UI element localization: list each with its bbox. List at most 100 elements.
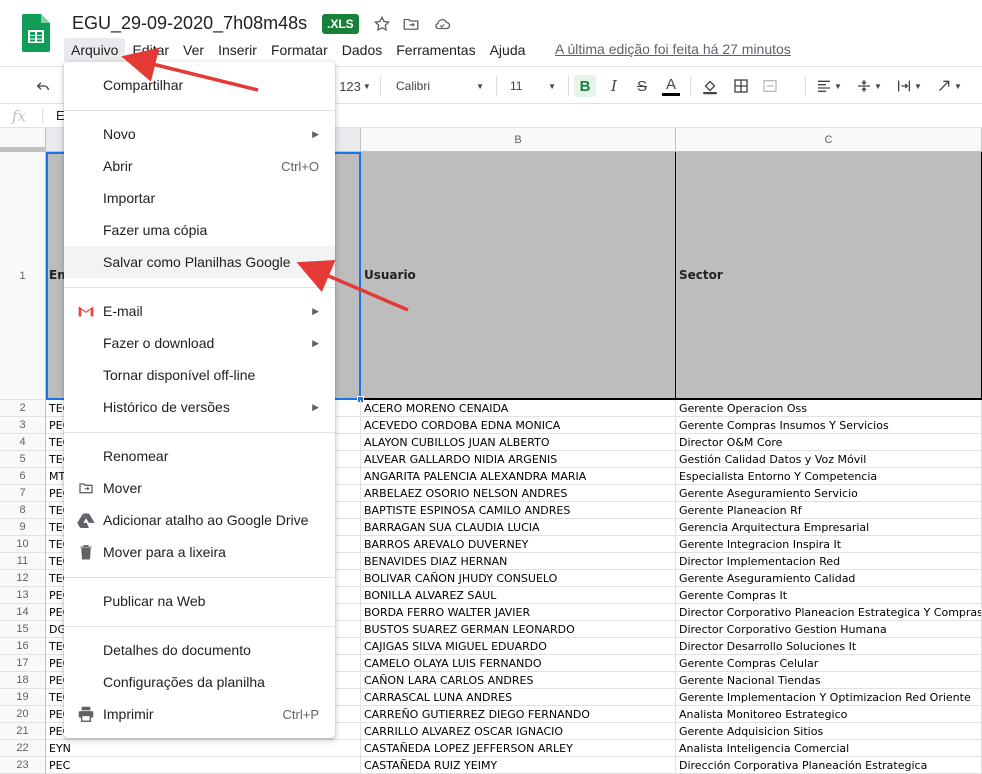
cell-col-c[interactable]: Gerente Adquisicion Sitios — [676, 723, 982, 740]
cell-col-c[interactable]: Gerente Compras It — [676, 587, 982, 604]
cell-col-b[interactable]: BORDA FERRO WALTER JAVIER — [361, 604, 676, 621]
menu-item-fazer-uma-copia[interactable]: Fazer uma cópia — [64, 214, 335, 246]
cell-col-c[interactable]: Gerente Compras Celular — [676, 655, 982, 672]
menu-ferramentas[interactable]: Ferramentas — [389, 38, 482, 62]
menu-editar[interactable]: Editar — [125, 38, 176, 62]
menu-item-detalhes-do-documento[interactable]: Detalhes do documento — [64, 634, 335, 666]
header-cell-c1[interactable]: Sector — [676, 152, 982, 400]
menu-item-novo[interactable]: Novo ▶ — [64, 118, 335, 150]
row-header[interactable]: 19 — [0, 689, 46, 706]
menu-item-e-mail[interactable]: E-mail ▶ — [64, 295, 335, 327]
menu-item-historico-de-versoes[interactable]: Histórico de versões ▶ — [64, 391, 335, 423]
italic-button[interactable]: I — [603, 75, 625, 97]
row-header[interactable]: 17 — [0, 655, 46, 672]
cell-col-c[interactable]: Gerente Planeacion Rf — [676, 502, 982, 519]
menu-ajuda[interactable]: Ajuda — [483, 38, 533, 62]
row-header[interactable]: 16 — [0, 638, 46, 655]
undo-icon[interactable] — [32, 75, 54, 97]
row-header[interactable]: 18 — [0, 672, 46, 689]
row-header[interactable]: 15 — [0, 621, 46, 638]
text-color-button[interactable]: A — [660, 75, 682, 97]
row-header[interactable]: 12 — [0, 570, 46, 587]
cell-col-c[interactable]: Especialista Entorno Y Competencia — [676, 468, 982, 485]
menu-arquivo[interactable]: Arquivo — [64, 38, 126, 62]
star-icon[interactable] — [372, 14, 392, 34]
number-format-dropdown[interactable]: 123 ▼ — [338, 75, 372, 97]
strikethrough-button[interactable]: S — [631, 75, 653, 97]
row-header[interactable]: 22 — [0, 740, 46, 757]
menu-item-abrir[interactable]: Abrir Ctrl+O — [64, 150, 335, 182]
menu-item-adicionar-atalho-ao-google-drive[interactable]: Adicionar atalho ao Google Drive — [64, 504, 335, 536]
cell-col-b[interactable]: CAJIGAS SILVA MIGUEL EDUARDO — [361, 638, 676, 655]
cell-col-c[interactable]: Director Desarrollo Soluciones It — [676, 638, 982, 655]
cell-col-c[interactable]: Gerente Integracion Inspira It — [676, 536, 982, 553]
cell-col-b[interactable]: CASTAÑEDA RUIZ YEIMY — [361, 757, 676, 774]
cell-col-b[interactable]: ACEVEDO CORDOBA EDNA MONICA — [361, 417, 676, 434]
menu-inserir[interactable]: Inserir — [211, 38, 264, 62]
cell-col-c[interactable]: Gerente Implementacion Y Optimizacion Re… — [676, 689, 982, 706]
cell-col-c[interactable]: Gerente Compras Insumos Y Servicios — [676, 417, 982, 434]
row-header[interactable]: 3 — [0, 417, 46, 434]
cell-col-b[interactable]: ANGARITA PALENCIA ALEXANDRA MARIA — [361, 468, 676, 485]
menu-item-configuracoes-da-planilha[interactable]: Configurações da planilha — [64, 666, 335, 698]
font-size-dropdown[interactable]: 11 ▼ — [504, 75, 562, 97]
cell-col-c[interactable]: Analista Inteligencia Comercial — [676, 740, 982, 757]
borders-icon[interactable] — [730, 75, 752, 97]
cell-col-c[interactable]: Director Corporativo Planeacion Estrateg… — [676, 604, 982, 621]
menu-ver[interactable]: Ver — [176, 38, 211, 62]
row-header[interactable]: 10 — [0, 536, 46, 553]
row-header[interactable]: 9 — [0, 519, 46, 536]
menu-dados[interactable]: Dados — [335, 38, 389, 62]
menu-item-mover[interactable]: Mover — [64, 472, 335, 504]
cell-col-c[interactable]: Gerente Aseguramiento Calidad — [676, 570, 982, 587]
cell-col-b[interactable]: CAMELO OLAYA LUIS FERNANDO — [361, 655, 676, 672]
cell-col-b[interactable]: BARROS AREVALO DUVERNEY — [361, 536, 676, 553]
cell-col-b[interactable]: CAÑON LARA CARLOS ANDRES — [361, 672, 676, 689]
cell-col-c[interactable]: Gerencia Arquitectura Empresarial — [676, 519, 982, 536]
text-rotation-icon[interactable]: ▼ — [932, 75, 966, 97]
column-header-c[interactable]: C — [676, 128, 982, 152]
cell-col-b[interactable]: CARRILLO ALVAREZ OSCAR IGNACIO — [361, 723, 676, 740]
cell-col-b[interactable]: BOLIVAR CAÑON JHUDY CONSUELO — [361, 570, 676, 587]
row-header[interactable]: 7 — [0, 485, 46, 502]
cloud-status-icon[interactable] — [432, 14, 452, 34]
menu-item-tornar-disponivel-off-line[interactable]: Tornar disponível off-line — [64, 359, 335, 391]
row-header[interactable]: 21 — [0, 723, 46, 740]
cell-col-a[interactable]: PEC — [46, 757, 361, 774]
text-wrap-icon[interactable]: ▼ — [892, 75, 926, 97]
menu-item-salvar-como-planilhas-google[interactable]: Salvar como Planilhas Google — [64, 246, 335, 278]
last-edit-link[interactable]: A última edição foi feita há 27 minutos — [555, 41, 791, 57]
cell-col-b[interactable]: CASTAÑEDA LOPEZ JEFFERSON ARLEY — [361, 740, 676, 757]
font-family-dropdown[interactable]: Calibri ▼ — [390, 75, 490, 97]
cell-col-b[interactable]: BENAVIDES DIAZ HERNAN — [361, 553, 676, 570]
cell-col-b[interactable]: ACERO MORENO CENAIDA — [361, 400, 676, 417]
cell-col-b[interactable]: BONILLA ALVAREZ SAUL — [361, 587, 676, 604]
row-header[interactable]: 6 — [0, 468, 46, 485]
cell-col-b[interactable]: BAPTISTE ESPINOSA CAMILO ANDRES — [361, 502, 676, 519]
row-header[interactable]: 13 — [0, 587, 46, 604]
row-header[interactable]: 5 — [0, 451, 46, 468]
column-header-b[interactable]: B — [361, 128, 676, 152]
menu-item-mover-para-a-lixeira[interactable]: Mover para a lixeira — [64, 536, 335, 568]
cell-col-a[interactable]: EYN — [46, 740, 361, 757]
cell-col-b[interactable]: BARRAGAN SUA CLAUDIA LUCIA — [361, 519, 676, 536]
document-title[interactable]: EGU_29-09-2020_7h08m48s — [72, 13, 307, 34]
cell-col-b[interactable]: ARBELAEZ OSORIO NELSON ANDRES — [361, 485, 676, 502]
sheets-logo[interactable] — [22, 14, 50, 52]
merge-cells-icon[interactable] — [758, 75, 782, 97]
row-header[interactable]: 4 — [0, 434, 46, 451]
menu-item-publicar-na-web[interactable]: Publicar na Web — [64, 585, 335, 617]
cell-col-b[interactable]: CARREÑO GUTIERREZ DIEGO FERNANDO — [361, 706, 676, 723]
align-horizontal-icon[interactable]: ▼ — [812, 75, 846, 97]
cell-col-c[interactable]: Analista Monitoreo Estrategico — [676, 706, 982, 723]
cell-col-b[interactable]: CARRASCAL LUNA ANDRES — [361, 689, 676, 706]
cell-col-c[interactable]: Director Implementacion Red — [676, 553, 982, 570]
cell-col-c[interactable]: Gerente Aseguramiento Servicio — [676, 485, 982, 502]
row-header-1[interactable]: 1 — [0, 152, 46, 400]
row-header[interactable]: 11 — [0, 553, 46, 570]
cell-col-c[interactable]: Director O&M Core — [676, 434, 982, 451]
cell-col-c[interactable]: Gerente Operacion Oss — [676, 400, 982, 417]
header-cell-b1[interactable]: Usuario — [361, 152, 676, 400]
row-header[interactable]: 8 — [0, 502, 46, 519]
row-header[interactable]: 23 — [0, 757, 46, 774]
